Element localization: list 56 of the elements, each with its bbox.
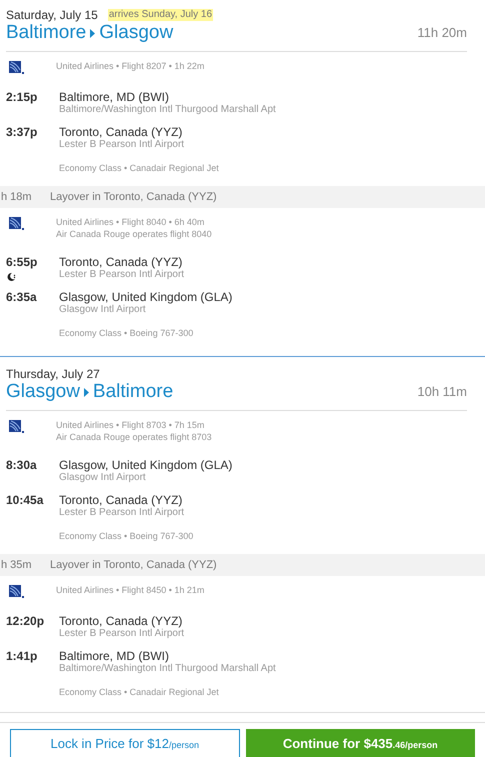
airport-name: Lester B Pearson Intl Airport (59, 269, 184, 281)
airport-city: Baltimore, MD (BWI) (59, 90, 170, 104)
airline-logo-icon (9, 61, 25, 75)
flight-info: United Airlines • Flight 8450 • 1h 21m (56, 584, 204, 596)
airport-city: Toronto, Canada (YYZ) (59, 125, 184, 139)
airport-city: Baltimore, MD (BWI) (59, 649, 170, 663)
airport-name: Lester B Pearson Intl Airport (59, 507, 184, 519)
layover-duration: h 35m (0, 558, 33, 573)
airport-name: Lester B Pearson Intl Airport (59, 628, 184, 640)
flight-info: United Airlines • Flight 8703 • 7h 15m (56, 419, 206, 431)
airport-city: Toronto, Canada (YYZ) (59, 493, 184, 507)
airline-logo-icon (9, 217, 25, 231)
cabin-info: Economy Class • Boeing 767-300 (59, 328, 194, 338)
airport-city: Toronto, Canada (YYZ) (59, 614, 184, 628)
airport-name: Baltimore/Washington Intl Thurgood Marshall Apt (59, 104, 276, 116)
destination-city: Baltimore (92, 381, 174, 403)
layover-text: Layover in Toronto, Canada (YYZ) (50, 190, 217, 205)
layover-duration: h 18m (0, 190, 33, 205)
arrival-note: arrives Sunday, July 16 (108, 9, 214, 21)
airport-name: Glasgow Intl Airport (59, 472, 147, 484)
flight-info: United Airlines • Flight 8040 • 6h 40m (56, 216, 206, 228)
lock-price-button[interactable]: Lock in Price for $12/person (10, 729, 240, 757)
airport-city: Glasgow, United Kingdom (GLA) (59, 290, 232, 304)
departure-time: 3:37p (6, 125, 38, 139)
airline-logo-icon (9, 420, 25, 434)
arrow-icon (90, 28, 96, 38)
airport-city: Toronto, Canada (YYZ) (59, 255, 184, 269)
arrow-icon (84, 388, 89, 396)
cabin-info: Economy Class • Boeing 767-300 (59, 531, 194, 541)
departure-date: Thursday, July 27 (6, 367, 100, 381)
departure-date: Saturday, July 15 (6, 8, 98, 22)
moon-icon (6, 272, 16, 282)
flight-info: Air Canada Rouge operates flight 8703 (56, 431, 212, 443)
departure-time: 6:35a (6, 290, 38, 304)
origin-city: Baltimore (6, 22, 86, 44)
airport-city: Glasgow, United Kingdom (GLA) (59, 458, 232, 472)
layover-text: Layover in Toronto, Canada (YYZ) (50, 558, 217, 573)
airport-name: Glasgow Intl Airport (59, 304, 147, 316)
trip-duration: 11h 20m (417, 24, 467, 42)
cabin-info: Economy Class • Canadair Regional Jet (59, 687, 219, 697)
destination-city: Glasgow (99, 22, 174, 44)
flight-info: Air Canada Rouge operates flight 8040 (56, 228, 212, 240)
departure-time: 1:41p (6, 649, 38, 663)
airport-name: Lester B Pearson Intl Airport (59, 139, 184, 151)
origin-city: Glasgow (6, 381, 80, 403)
airport-name: Baltimore/Washington Intl Thurgood Marshall Apt (59, 663, 276, 675)
cabin-info: Economy Class • Canadair Regional Jet (59, 163, 219, 173)
airline-logo-icon (9, 585, 25, 599)
departure-time: 12:20p (6, 614, 46, 628)
departure-time: 2:15p (6, 90, 38, 104)
flight-info: United Airlines • Flight 8207 • 1h 22m (56, 60, 204, 72)
continue-button[interactable]: Continue for $435.46/person (246, 729, 475, 757)
departure-time: 8:30a (6, 458, 38, 472)
trip-duration: 10h 11m (417, 383, 467, 402)
departure-time: 6:55p (6, 255, 38, 269)
departure-time: 10:45a (6, 493, 44, 507)
